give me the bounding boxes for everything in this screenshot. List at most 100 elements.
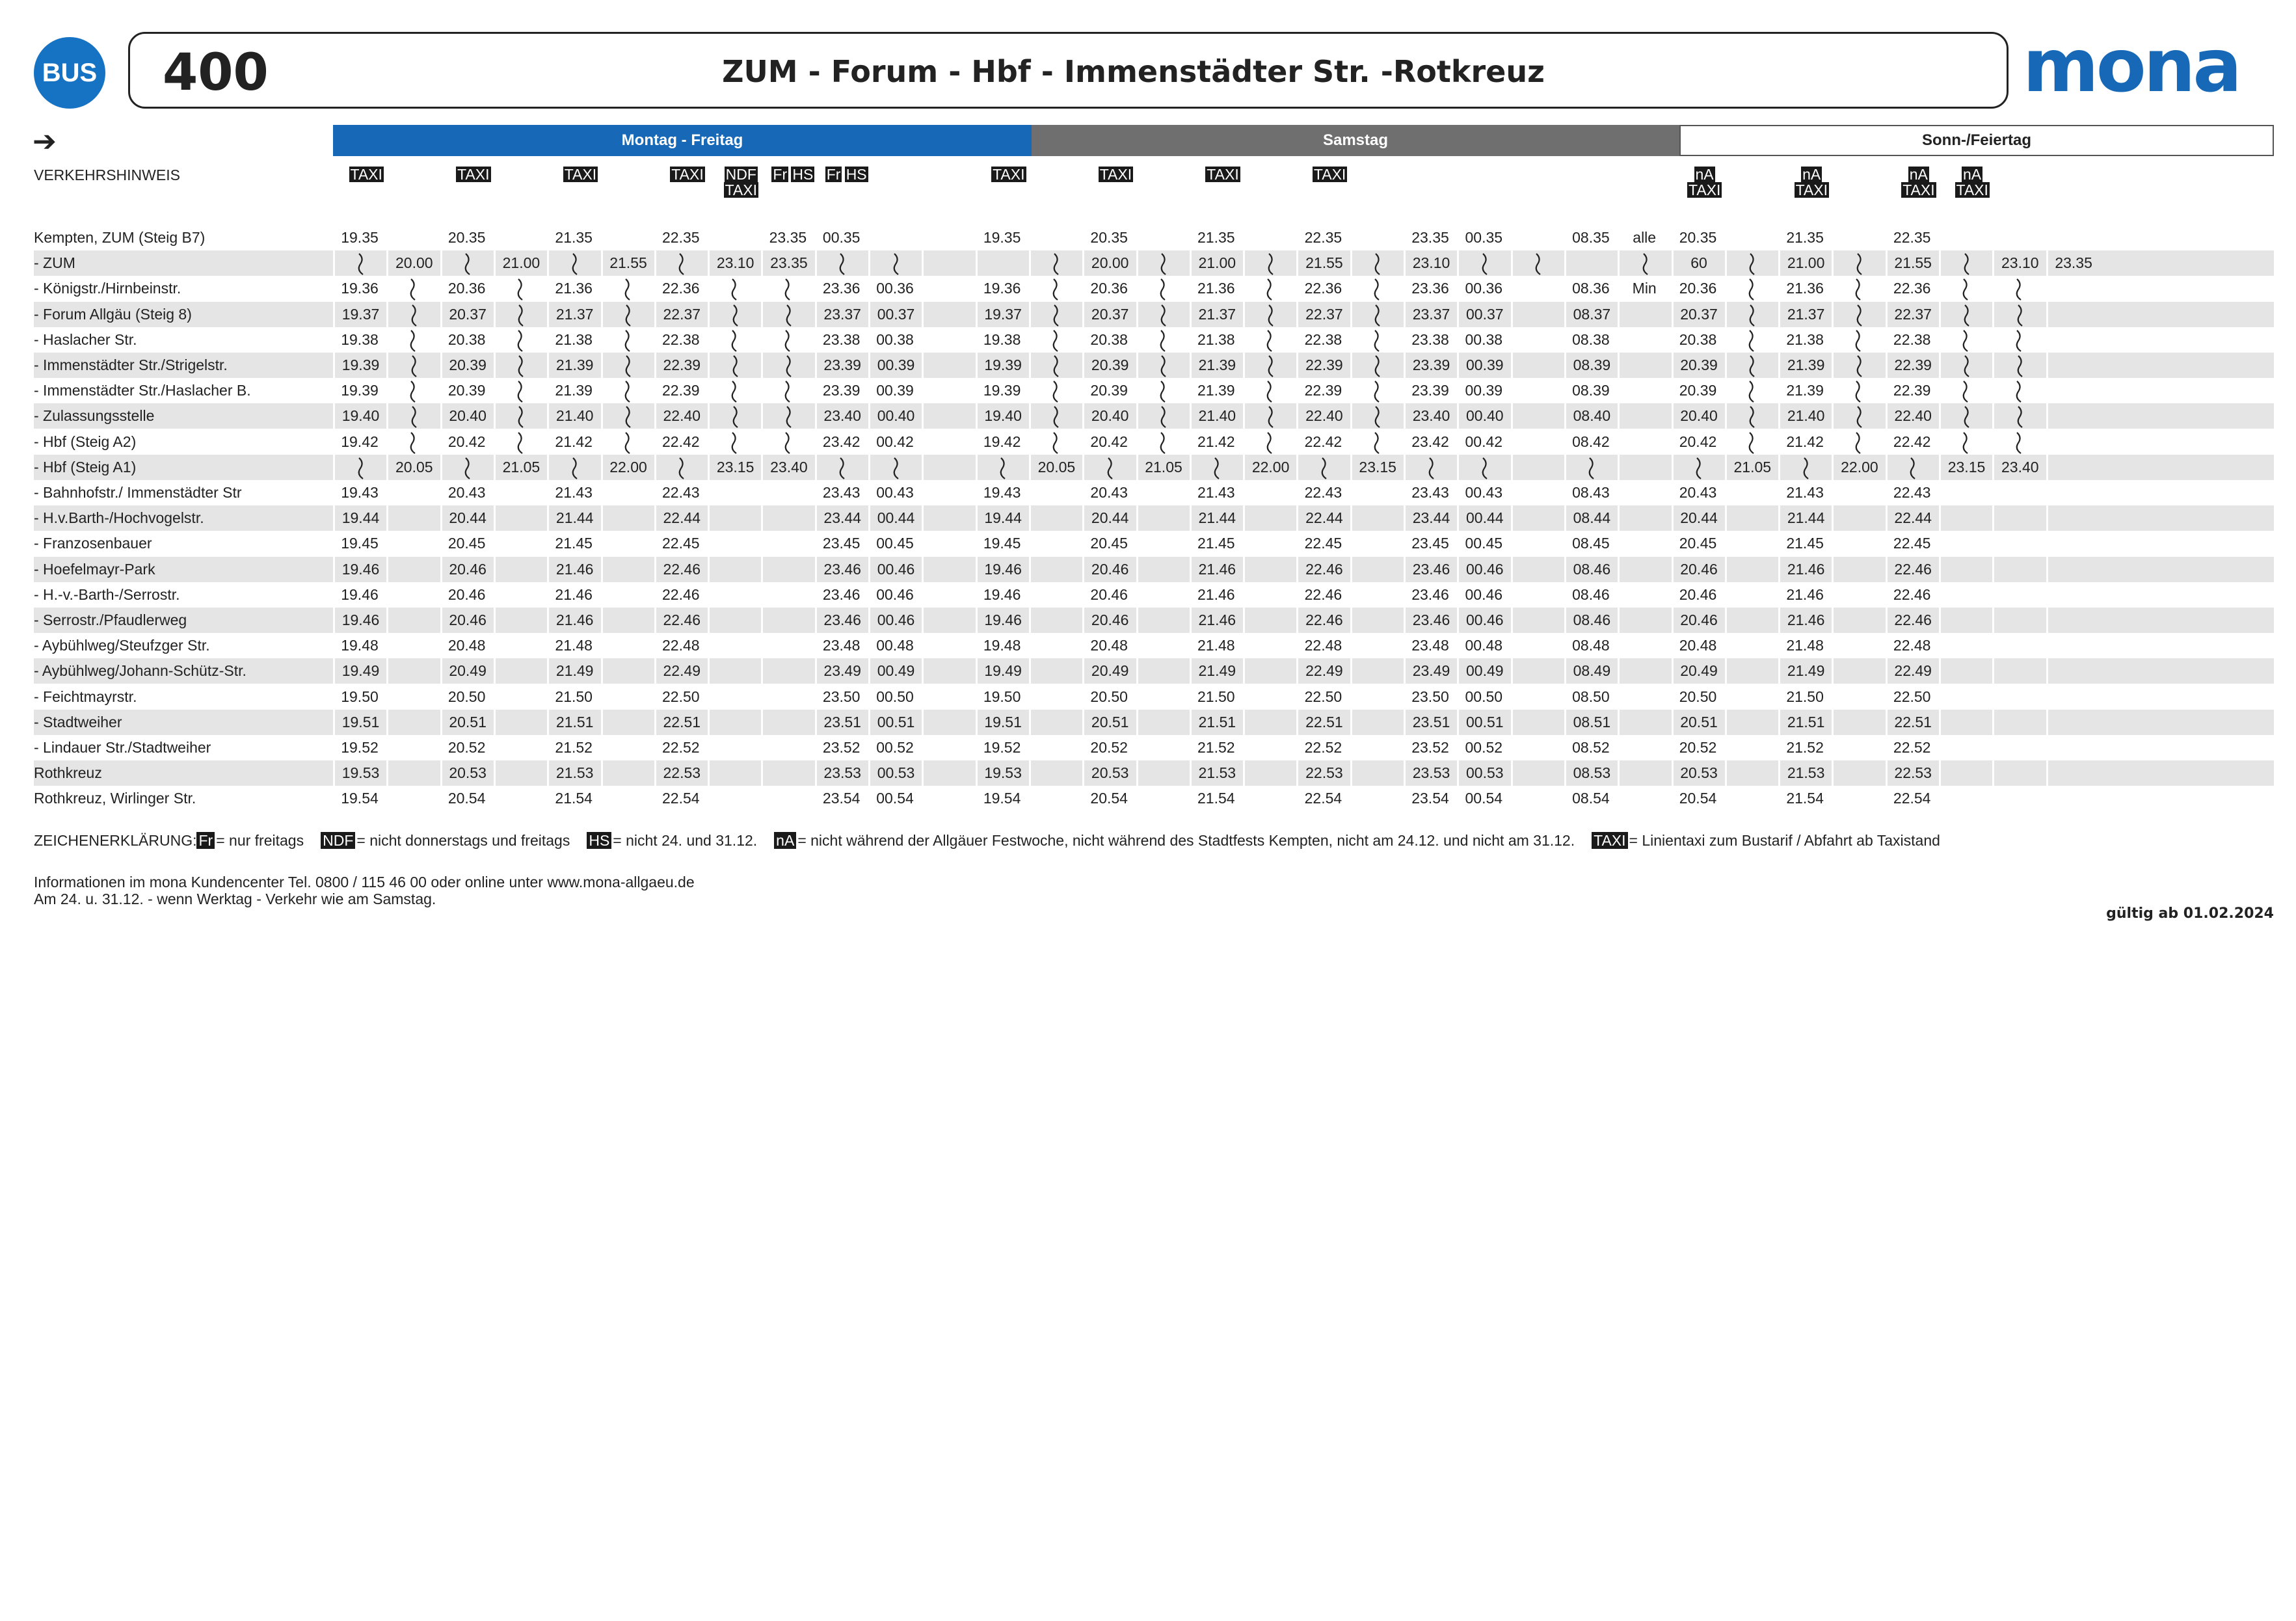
- time-cell: [494, 735, 547, 760]
- time-cell: 23.37: [1404, 301, 1457, 327]
- time-cell: 21.44: [1778, 505, 1832, 531]
- time-cell: [1243, 786, 1296, 811]
- time-cell: 20.38: [1679, 330, 1717, 348]
- time-cell: [2046, 480, 2100, 505]
- info-line-2: Am 24. u. 31.12. - wenn Werktag - Verkeh…: [34, 891, 436, 907]
- time-cell: [1992, 709, 2046, 735]
- time-cell: 20.49: [440, 658, 494, 684]
- time-cell: 08.48: [1572, 637, 1610, 654]
- time-cell: 20.40: [1671, 403, 1725, 429]
- time-cell: [1832, 760, 1885, 786]
- time-cell: [922, 505, 975, 531]
- passes-through-icon: [1832, 327, 1885, 353]
- table-row: Rothkreuz 19.53 20.53 21.53 22.53 23.53 00.53 1…: [34, 760, 2274, 786]
- time-cell: 19.42: [341, 433, 379, 450]
- passes-through-icon: [1136, 327, 1190, 353]
- time-cell: 22.50: [1893, 688, 1931, 705]
- table-row: - Lindauer Str./Stadtweiher 19.52 20.52 21.…: [34, 735, 2274, 760]
- time-cell: 23.39: [814, 353, 868, 378]
- time-cell: 22.50: [662, 688, 700, 705]
- time-cell: 22.49: [1885, 658, 1939, 684]
- time-cell: 20.40: [1082, 403, 1136, 429]
- table-row: Rothkreuz, Wirlinger Str. 19.54 20.54 21.54…: [34, 786, 2274, 811]
- note-badge: nA: [1908, 166, 1929, 183]
- time-cell: 19.48: [341, 637, 379, 654]
- time-cell: [1511, 531, 1564, 556]
- time-cell: [1243, 658, 1296, 684]
- time-cell: [1029, 531, 1082, 556]
- time-cell: 22.35: [1893, 229, 1931, 246]
- time-cell: [922, 684, 975, 710]
- direction-arrow-icon: ➔: [33, 126, 57, 157]
- time-cell: [1510, 709, 1564, 735]
- note-badge: TAXI: [1955, 181, 1990, 198]
- passes-through-icon: [761, 327, 814, 353]
- time-cell: 22.39: [1296, 353, 1350, 378]
- time-cell: 20.44: [1671, 505, 1725, 531]
- time-cell: [922, 429, 975, 455]
- time-cell: [1243, 633, 1296, 658]
- passes-through-icon: [1028, 353, 1082, 378]
- stop-name: - Bahnhofstr./ Immenstädter Str: [34, 484, 242, 501]
- time-cell: [1618, 301, 1671, 327]
- time-cell: 20.39: [440, 353, 494, 378]
- time-cell: [1511, 582, 1564, 608]
- time-cell: 21.43: [555, 484, 593, 501]
- time-cell: 19.46: [975, 556, 1029, 582]
- time-cell: [708, 608, 761, 633]
- passes-through-icon: [1243, 353, 1296, 378]
- time-cell: 21.37: [547, 301, 600, 327]
- legend-item: nA = nicht während der Allgäuer Festwoche…: [774, 832, 1575, 849]
- time-cell: 19.35: [983, 229, 1021, 246]
- time-cell: [1992, 505, 2046, 531]
- passes-through-icon: [1028, 403, 1082, 429]
- passes-through-icon: [868, 250, 922, 276]
- passes-through-icon: [1404, 454, 1457, 480]
- time-cell: 23.15: [1350, 454, 1404, 480]
- time-cell: 23.15: [1939, 454, 1992, 480]
- time-cell: 20.51: [440, 709, 494, 735]
- time-cell: [2046, 684, 2100, 710]
- time-cell: 00.45: [1465, 535, 1503, 552]
- time-cell: 23.46: [1411, 585, 1449, 603]
- time-cell: 19.44: [333, 505, 386, 531]
- stop-name: - Feichtmayrstr.: [34, 688, 137, 705]
- time-cell: 21.54: [1786, 790, 1824, 807]
- time-cell: 19.46: [333, 556, 386, 582]
- time-cell: 19.49: [333, 658, 386, 684]
- time-cell: [386, 658, 440, 684]
- time-cell: 23.52: [822, 739, 861, 756]
- passes-through-icon: [761, 378, 814, 403]
- time-cell: 21.51: [1778, 709, 1832, 735]
- time-cell: 23.36: [1411, 280, 1449, 297]
- time-cell: 22.37: [1885, 301, 1939, 327]
- time-cell: [922, 276, 975, 301]
- time-cell: 19.53: [333, 760, 386, 786]
- time-cell: [386, 556, 440, 582]
- passes-through-icon: [1992, 327, 2046, 353]
- note-badge: TAXI: [456, 166, 491, 183]
- passes-through-icon: [1350, 429, 1404, 455]
- time-cell: 19.46: [333, 608, 386, 633]
- time-cell: 00.39: [1457, 353, 1510, 378]
- time-cell: [1350, 556, 1404, 582]
- time-cell: [601, 582, 654, 608]
- time-cell: [386, 582, 440, 608]
- time-cell: [494, 633, 547, 658]
- time-cell: [1511, 327, 1564, 353]
- time-cell: [761, 633, 814, 658]
- passes-through-icon: [547, 454, 600, 480]
- passes-through-icon: [333, 454, 386, 480]
- time-cell: 19.39: [975, 353, 1029, 378]
- passes-through-icon: [1243, 327, 1296, 353]
- time-cell: 22.46: [654, 608, 708, 633]
- time-cell: 22.44: [1885, 505, 1939, 531]
- passes-through-icon: [1992, 429, 2046, 455]
- time-cell: 20.00: [386, 250, 440, 276]
- time-cell: 22.48: [662, 637, 700, 654]
- time-cell: [601, 684, 654, 710]
- time-cell: [922, 735, 975, 760]
- time-cell: 22.43: [1893, 484, 1931, 501]
- time-cell: 23.48: [1411, 637, 1449, 654]
- passes-through-icon: [1832, 429, 1885, 455]
